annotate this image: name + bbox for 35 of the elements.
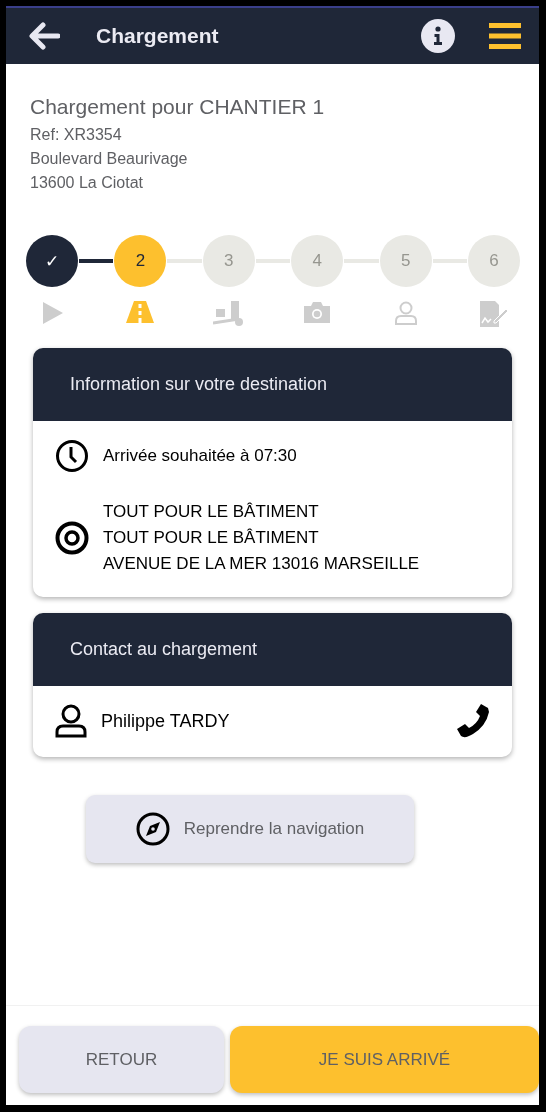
clock-icon [55, 439, 89, 473]
address-line: Ref: XR3354 [30, 125, 123, 145]
step-indicator: 4 [291, 235, 344, 287]
address-line: Boulevard Beaurivage [30, 149, 189, 169]
arrived-button[interactable]: JE SUIS ARRIVÉ [230, 1026, 539, 1093]
person-icon [393, 301, 418, 325]
step-indicator: 6 [468, 235, 521, 287]
resume-navigation-button[interactable]: Reprendre la navigation [86, 795, 414, 863]
contact-name: Philippe TARDY [101, 710, 231, 732]
back-arrow-icon[interactable] [28, 22, 60, 50]
step-indicator: ✓ [26, 235, 78, 287]
person-icon [55, 704, 87, 738]
info-text: Arrivée souhaitée à 07:30 [103, 445, 297, 467]
info-text: AVENUE DE LA MER 13016 MARSEILLE [103, 553, 420, 575]
road-icon [126, 301, 155, 323]
compass-icon [135, 812, 170, 846]
step-indicator: 3 [202, 235, 255, 287]
menu-icon[interactable] [489, 22, 521, 50]
info-icon[interactable] [421, 19, 455, 53]
play-icon [40, 301, 64, 325]
phone-icon[interactable] [454, 703, 490, 739]
hand-truck-icon [212, 301, 245, 327]
camera-icon [304, 301, 331, 323]
document-pen-icon [480, 301, 509, 327]
card-title: Information sur votre destination [70, 374, 328, 395]
card-title: Contact au chargement [70, 639, 258, 660]
back-button[interactable]: RETOUR [19, 1026, 224, 1093]
info-text: TOUT POUR LE BÂTIMENT [103, 527, 320, 549]
info-text: TOUT POUR LE BÂTIMENT [103, 501, 320, 523]
screen-title: Chargement [96, 24, 220, 48]
address-line: 13600 La Ciotat [30, 173, 144, 193]
target-icon [55, 521, 89, 555]
step-indicator: 5 [379, 235, 432, 287]
loading-title: Chargement pour CHANTIER 1 [30, 95, 326, 119]
step-indicator: 2 [114, 235, 167, 287]
